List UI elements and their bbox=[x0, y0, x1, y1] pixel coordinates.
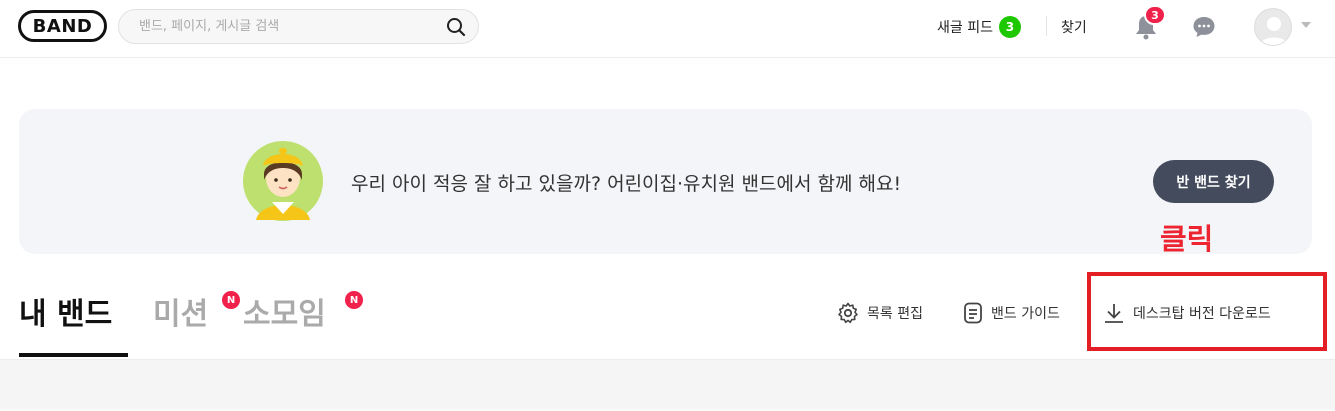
search-bar bbox=[118, 9, 479, 44]
desktop-download-button[interactable]: 데스크탑 버전 다운로드 bbox=[1103, 300, 1271, 326]
child-character-illustration bbox=[242, 140, 324, 222]
band-guide-label: 밴드 가이드 bbox=[991, 306, 1060, 322]
active-tab-indicator bbox=[19, 353, 128, 357]
tab-missions[interactable]: 미션 bbox=[153, 289, 208, 333]
header-divider bbox=[1046, 16, 1047, 36]
notification-count-badge: 3 bbox=[1144, 5, 1166, 25]
band-logo[interactable]: BAND bbox=[18, 10, 107, 42]
tab-my-bands[interactable]: 내 밴드 bbox=[19, 289, 112, 333]
small-groups-new-badge: N bbox=[345, 291, 363, 309]
feed-label: 새글 피드 bbox=[937, 20, 993, 36]
content-area bbox=[0, 359, 1335, 411]
find-button[interactable]: 찾기 bbox=[1061, 17, 1087, 37]
document-icon bbox=[964, 302, 982, 324]
edit-list-button[interactable]: 목록 편집 bbox=[837, 300, 923, 326]
download-icon bbox=[1105, 304, 1123, 323]
annotation-label: 클릭 bbox=[1160, 222, 1214, 256]
band-guide-button[interactable]: 밴드 가이드 bbox=[963, 300, 1060, 326]
tab-small-groups[interactable]: 소모임 bbox=[243, 289, 326, 333]
search-input[interactable] bbox=[119, 10, 434, 43]
chat-icon[interactable] bbox=[1192, 15, 1216, 39]
desktop-download-label: 데스크탑 버전 다운로드 bbox=[1133, 306, 1271, 322]
top-header: BAND 새글 피드 3 찾기 3 bbox=[0, 0, 1335, 58]
search-icon[interactable] bbox=[434, 9, 478, 44]
banner-message: 우리 아이 적응 잘 하고 있을까? 어린이집·유치원 밴드에서 함께 해요! bbox=[351, 173, 902, 195]
missions-new-badge: N bbox=[222, 291, 240, 309]
gear-icon bbox=[838, 302, 858, 324]
find-class-band-button[interactable]: 반 밴드 찾기 bbox=[1153, 160, 1274, 203]
feed-count-badge: 3 bbox=[998, 16, 1021, 38]
chevron-down-icon[interactable] bbox=[1301, 22, 1311, 28]
new-post-feed-button[interactable]: 새글 피드 3 bbox=[937, 16, 1021, 38]
profile-avatar[interactable] bbox=[1254, 8, 1292, 46]
edit-list-label: 목록 편집 bbox=[867, 306, 923, 322]
